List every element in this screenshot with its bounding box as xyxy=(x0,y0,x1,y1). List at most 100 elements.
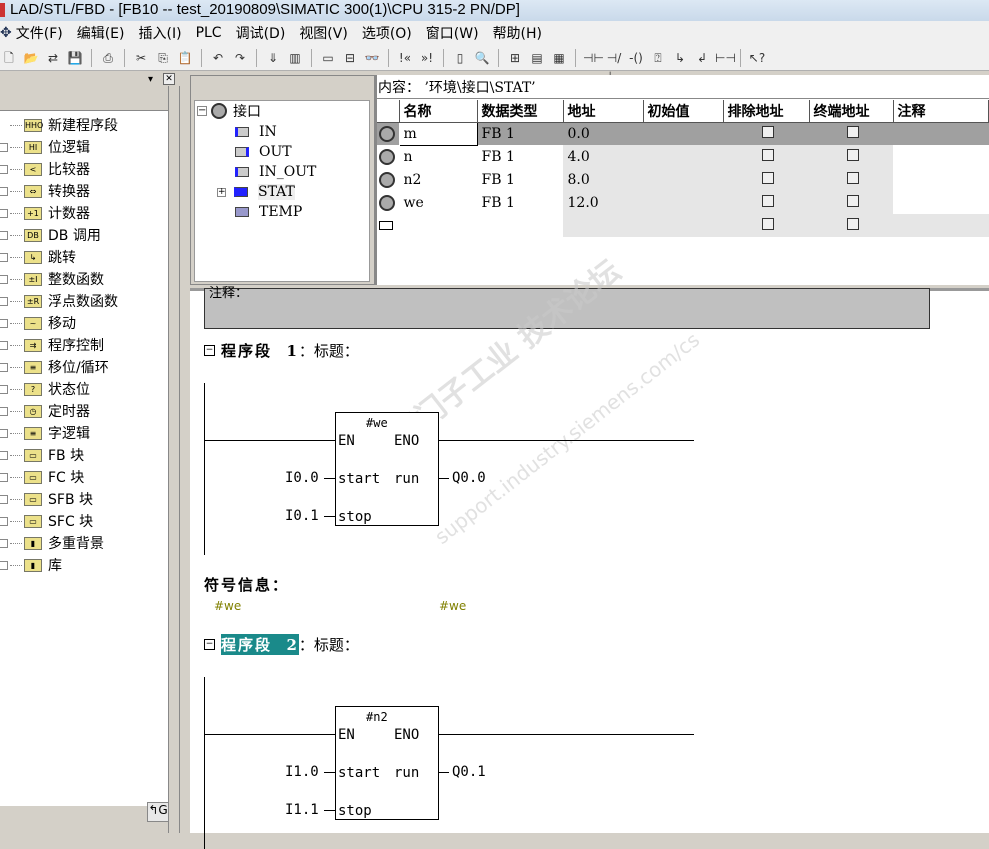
next-icon[interactable]: »! xyxy=(418,49,436,67)
catalog-item[interactable]: DB DB 调用 xyxy=(0,224,101,246)
expand-icon[interactable] xyxy=(0,538,8,548)
catalog-item[interactable]: ? 状态位 xyxy=(0,378,90,400)
new-icon[interactable]: 🗋 xyxy=(0,49,18,67)
initial-cell[interactable] xyxy=(643,214,723,237)
connect-icon[interactable]: ⊢⊣ xyxy=(715,49,736,67)
monitor-icon[interactable]: ▥ xyxy=(286,49,304,67)
save-icon[interactable]: 💾 xyxy=(66,49,84,67)
menu-plc[interactable]: PLC xyxy=(196,25,222,41)
catalog-item[interactable]: ≡ 移位/循环 xyxy=(0,356,109,378)
col-comment[interactable]: 注释 xyxy=(893,100,989,123)
initial-cell[interactable] xyxy=(643,191,723,214)
input-operand[interactable]: I1.0 xyxy=(285,764,319,780)
network-header[interactable]: − 程序段 2 ：标题： xyxy=(204,633,359,656)
type-cell[interactable]: FB 1 xyxy=(477,122,563,145)
table-row[interactable]: we FB 1 12.0 xyxy=(377,191,989,214)
expand-icon[interactable] xyxy=(0,230,8,240)
expand-icon[interactable] xyxy=(0,340,8,350)
tree-interface-root[interactable]: − 接口 xyxy=(197,101,261,121)
exclude-checkbox[interactable] xyxy=(723,191,809,214)
expand-icon[interactable] xyxy=(0,252,8,262)
input-operand[interactable]: I1.1 xyxy=(285,802,319,818)
output-operand[interactable]: Q0.1 xyxy=(452,764,486,780)
exclude-checkbox[interactable] xyxy=(723,145,809,168)
type-cell[interactable]: FB 1 xyxy=(477,145,563,168)
terminal-checkbox[interactable] xyxy=(809,214,893,237)
panel-dropdown-icon[interactable]: ▾ xyxy=(148,74,153,85)
undo-icon[interactable]: ↶ xyxy=(209,49,227,67)
tree-item-temp[interactable]: TEMP xyxy=(235,202,302,222)
name-cell[interactable]: n xyxy=(399,145,477,168)
fbd-boxes-icon[interactable]: ▦ xyxy=(550,49,568,67)
type-cell[interactable]: FB 1 xyxy=(477,168,563,191)
name-cell[interactable] xyxy=(399,214,477,237)
table-row[interactable]: m FB 1 0.0 xyxy=(377,121,989,146)
expand-icon[interactable] xyxy=(0,318,8,328)
catalog-item[interactable]: ≡ 字逻辑 xyxy=(0,422,90,444)
type-cell[interactable]: FB 1 xyxy=(477,191,563,214)
expand-icon[interactable] xyxy=(0,450,8,460)
tree-item-out[interactable]: OUT xyxy=(235,142,292,162)
expand-icon[interactable] xyxy=(0,296,8,306)
branch-open-icon[interactable]: ↳ xyxy=(671,49,689,67)
expand-icon[interactable] xyxy=(0,384,8,394)
menu-help[interactable]: 帮助(H) xyxy=(493,23,542,43)
catalog-item[interactable]: ▮ 库 xyxy=(0,554,62,576)
prev-icon[interactable]: !« xyxy=(396,49,414,67)
expand-icon[interactable] xyxy=(0,428,8,438)
col-exclude[interactable]: 排除地址 xyxy=(723,100,810,123)
lad-boxes-icon[interactable]: ▤ xyxy=(528,49,546,67)
expand-icon[interactable] xyxy=(0,472,8,482)
terminal-checkbox[interactable] xyxy=(809,191,893,214)
details-icon[interactable]: 🔍 xyxy=(473,49,491,67)
catalog-item[interactable]: ▭ FB 块 xyxy=(0,444,84,466)
empty-box-icon[interactable]: ⍰ xyxy=(649,49,667,67)
catalog-item[interactable]: +1 计数器 xyxy=(0,202,90,224)
col-name[interactable]: 名称 xyxy=(399,100,478,123)
comment-cell[interactable] xyxy=(893,122,989,145)
type-cell[interactable] xyxy=(477,214,563,237)
comment-cell[interactable] xyxy=(893,145,989,168)
network-header[interactable]: − 程序段 1 ：标题： xyxy=(204,340,359,361)
comment-cell[interactable] xyxy=(893,214,989,237)
catalog-item[interactable]: ±R 浮点数函数 xyxy=(0,290,118,312)
branch-close-icon[interactable]: ↲ xyxy=(693,49,711,67)
name-cell[interactable]: n2 xyxy=(399,168,477,191)
catalog-item[interactable]: < 比较器 xyxy=(0,158,90,180)
col-type[interactable]: 数据类型 xyxy=(477,100,564,123)
catalog-item[interactable]: ±I 整数函数 xyxy=(0,268,104,290)
panel-close-icon[interactable]: ✕ xyxy=(163,73,175,85)
coil-icon[interactable]: -() xyxy=(627,49,645,67)
expand-icon[interactable] xyxy=(0,208,8,218)
catalog-item[interactable]: ▭ FC 块 xyxy=(0,466,84,488)
collapse-icon[interactable]: − xyxy=(204,639,215,650)
system-menu-icon[interactable]: ✥ xyxy=(0,25,12,41)
catalog-item[interactable]: ▭ SFB 块 xyxy=(0,488,93,510)
nc-contact-icon[interactable]: ⊣⊢ xyxy=(583,49,604,67)
col-terminal[interactable]: 终端地址 xyxy=(809,100,894,123)
table-row[interactable]: n2 FB 1 8.0 xyxy=(377,168,989,191)
accessible-nodes-icon[interactable]: ⇄ xyxy=(44,49,62,67)
expand-icon[interactable] xyxy=(0,560,8,570)
menu-options[interactable]: 选项(O) xyxy=(362,23,412,43)
catalog-item[interactable]: ⇔ 转换器 xyxy=(0,180,90,202)
output-operand[interactable]: Q0.0 xyxy=(452,470,486,486)
initial-cell[interactable] xyxy=(643,145,723,168)
tree-item-in[interactable]: IN xyxy=(235,122,277,142)
menu-edit[interactable]: 编辑(E) xyxy=(77,23,125,43)
expand-icon[interactable] xyxy=(0,274,8,284)
catalog-item[interactable]: ↳ 跳转 xyxy=(0,246,76,268)
menu-debug[interactable]: 调试(D) xyxy=(236,23,286,43)
interface-icon[interactable]: ▯ xyxy=(451,49,469,67)
input-operand[interactable]: I0.0 xyxy=(285,470,319,486)
comment-cell[interactable] xyxy=(893,191,989,214)
paste-icon[interactable]: 📋 xyxy=(176,49,194,67)
exclude-checkbox[interactable] xyxy=(723,122,809,145)
redo-icon[interactable]: ↷ xyxy=(231,49,249,67)
menu-window[interactable]: 窗口(W) xyxy=(426,23,479,43)
download-icon[interactable]: ⇓ xyxy=(264,49,282,67)
catalog-item[interactable]: ▮ 多重背景 xyxy=(0,532,104,554)
new-network-icon[interactable]: ⊞ xyxy=(506,49,524,67)
table-row[interactable] xyxy=(377,214,989,237)
initial-cell[interactable] xyxy=(643,168,723,191)
